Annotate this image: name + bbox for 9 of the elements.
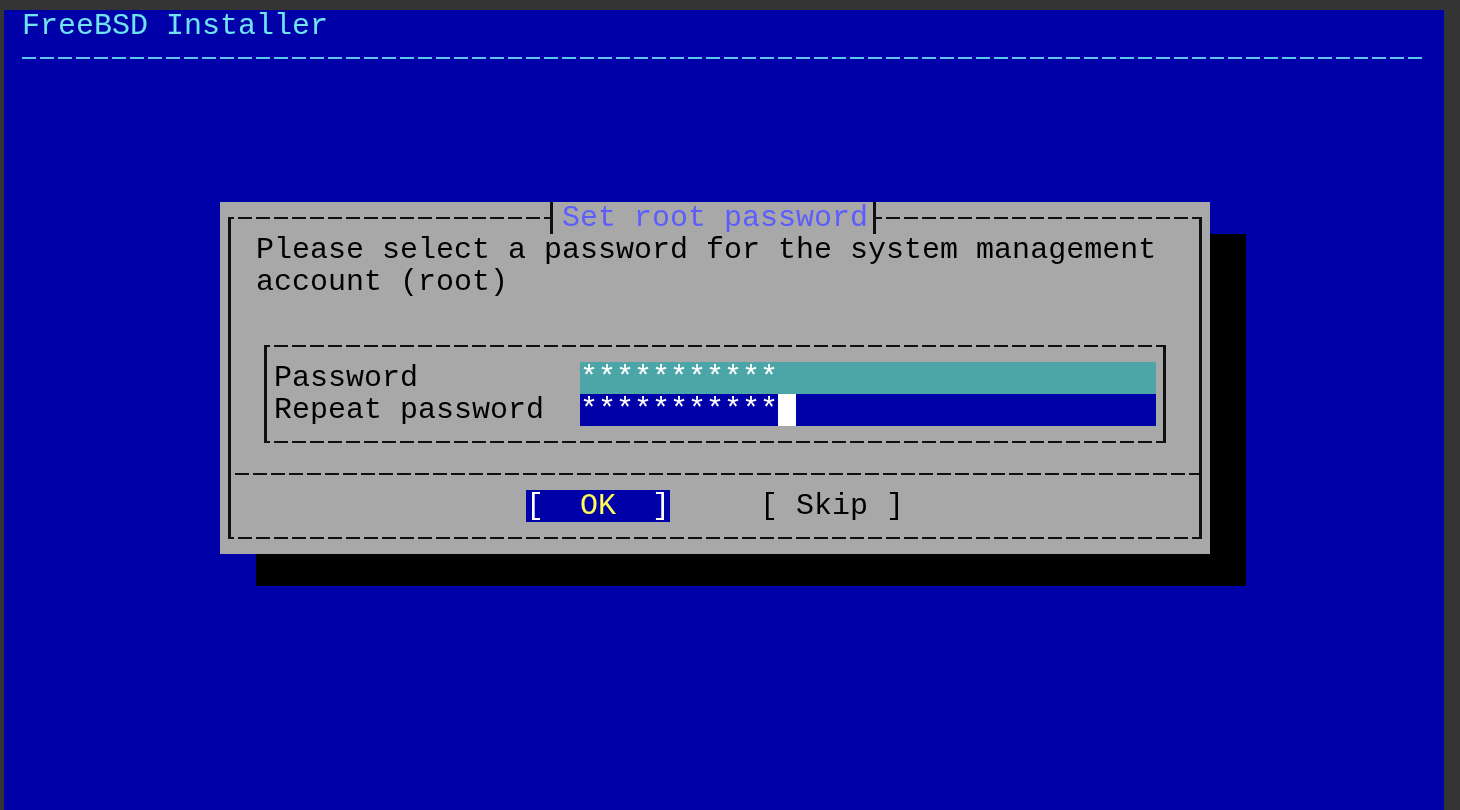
field-label: Password <box>274 362 420 394</box>
dialog-title: Set root password <box>550 202 876 234</box>
field-label: Repeat password <box>274 394 546 426</box>
installer-title: FreeBSD Installer <box>22 10 328 42</box>
password-field[interactable]: *********** <box>580 394 1156 426</box>
cursor-icon <box>778 394 797 426</box>
dialog-button[interactable]: [ OK ] <box>526 490 670 522</box>
dialog-message: Please select a password for the system management account (root) <box>256 234 1158 298</box>
dialog-button[interactable]: [ Skip ] <box>760 490 904 522</box>
